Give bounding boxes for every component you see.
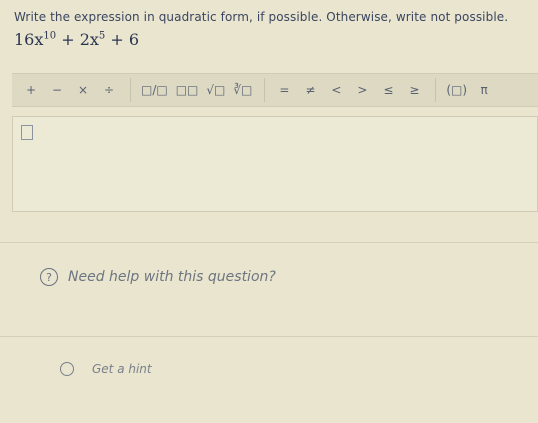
help-link-label: Need help with this question?	[68, 269, 276, 285]
minus-button[interactable]: −	[48, 78, 66, 102]
toolbar-divider	[264, 78, 266, 102]
toolbar-divider	[130, 78, 131, 102]
hint-circle-icon	[60, 362, 74, 376]
times-button[interactable]: ×	[74, 78, 92, 102]
greater-than-button[interactable]: >	[353, 78, 371, 102]
parentheses-button[interactable]: (□)	[446, 78, 467, 102]
toolbar-divider	[435, 78, 437, 102]
exponent-button[interactable]: □□	[176, 78, 199, 102]
term1-exponent: 10	[43, 30, 57, 42]
plus-button[interactable]: +	[22, 78, 40, 102]
equals-button[interactable]: =	[275, 78, 293, 102]
divide-button[interactable]: ÷	[100, 78, 118, 102]
sqrt-button[interactable]: √□	[206, 78, 225, 102]
greater-equal-button[interactable]: ≥	[405, 78, 423, 102]
hint-link-label: Get a hint	[92, 362, 152, 376]
term1-coefficient: 16x	[14, 30, 44, 49]
section-divider	[0, 242, 538, 243]
question-circle-icon: ?	[40, 268, 58, 286]
less-equal-button[interactable]: ≤	[379, 78, 397, 102]
not-equal-button[interactable]: ≠	[301, 78, 319, 102]
fraction-button[interactable]: □/□	[141, 78, 168, 102]
input-placeholder-box-icon	[21, 125, 33, 140]
answer-input[interactable]	[12, 116, 538, 212]
section-divider	[0, 336, 538, 337]
less-than-button[interactable]: <	[327, 78, 345, 102]
math-toolbar: + − × ÷ □/□ □□ √□ ∛□ = ≠ < > ≤ ≥ (□) π	[12, 73, 538, 107]
question-prompt: Write the expression in quadratic form, …	[14, 10, 509, 24]
help-link[interactable]: ? Need help with this question?	[40, 268, 276, 286]
hint-link[interactable]: Get a hint	[60, 362, 152, 376]
math-expression: 16x10 + 2x5 + 6	[14, 30, 139, 49]
term2-coefficient: + 2x	[61, 30, 99, 49]
term2-exponent: 5	[98, 30, 106, 42]
nth-root-button[interactable]: ∛□	[233, 78, 252, 102]
pi-button[interactable]: π	[475, 78, 493, 102]
term3-constant: + 6	[110, 30, 140, 49]
